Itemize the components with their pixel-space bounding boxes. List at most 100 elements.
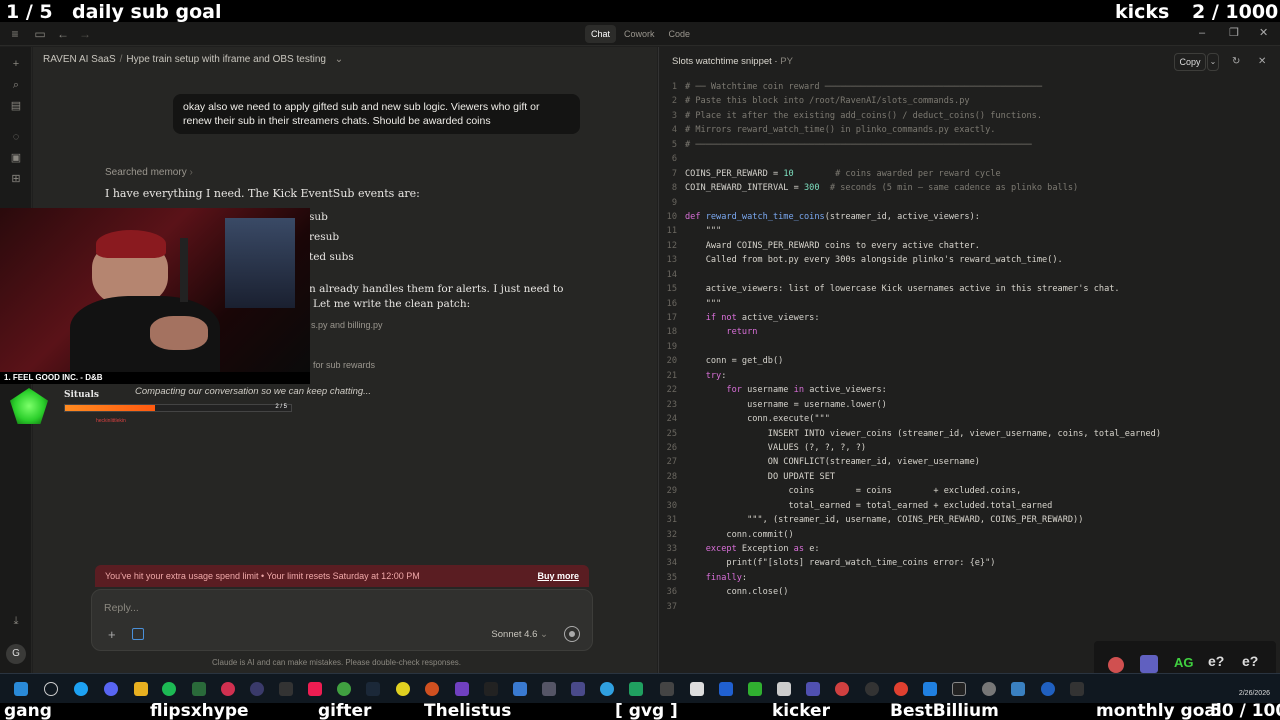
app-icon[interactable] — [806, 682, 820, 696]
close-window-icon[interactable]: ✕ — [1259, 26, 1268, 40]
chats-icon[interactable]: ◌ — [9, 130, 23, 144]
code-icon[interactable]: ⊞ — [9, 172, 23, 186]
code-text: # Paste this block into /root/RavenAI/sl… — [685, 96, 970, 107]
app-icon[interactable] — [1011, 682, 1025, 696]
search-icon[interactable] — [44, 682, 58, 696]
vscode-icon[interactable] — [923, 682, 937, 696]
now-playing: 1. FEEL GOOD INC. - D&B — [4, 373, 103, 382]
app-icon[interactable] — [337, 682, 351, 696]
line-number: 15 — [666, 284, 677, 295]
kicks-label: kicks — [1115, 1, 1170, 23]
sub-train-bar: 2 / 5 — [64, 404, 292, 412]
projects-icon[interactable]: ▤ — [9, 99, 23, 113]
code-line: 7 COINS_PER_REWARD = 10 # coins awarded p… — [659, 167, 1280, 181]
buy-more-link[interactable]: Buy more — [537, 565, 579, 587]
app-icon[interactable] — [1070, 682, 1084, 696]
minimize-icon[interactable]: – — [1199, 26, 1205, 40]
chrome-icon[interactable] — [894, 682, 908, 696]
app-icon[interactable] — [719, 682, 733, 696]
artifacts-icon[interactable]: ▣ — [9, 151, 23, 165]
code-line: 22 for username in active_viewers: — [659, 383, 1280, 397]
copy-dropdown-icon[interactable]: ⌄ — [1207, 53, 1219, 71]
app-icon[interactable] — [777, 682, 791, 696]
add-attachment-icon[interactable]: + — [108, 628, 116, 641]
chevron-down-icon[interactable]: ⌄ — [335, 54, 343, 65]
spotify-icon[interactable] — [162, 682, 176, 696]
code-text: """, (streamer_id, username, COINS_PER_R… — [685, 515, 1084, 526]
tiny-label: heckinlittlekin — [96, 418, 126, 424]
app-icon[interactable] — [396, 682, 410, 696]
new-chat-icon[interactable]: + — [9, 57, 23, 71]
voice-mode-icon[interactable] — [564, 626, 580, 642]
terminal-icon[interactable] — [952, 682, 966, 696]
code-text: INSERT INTO viewer_coins (streamer_id, v… — [685, 428, 1161, 439]
searched-memory[interactable]: Searched memory › — [105, 167, 193, 178]
composer[interactable]: Reply... + Sonnet 4.6 ⌄ — [91, 589, 593, 651]
screen: 1 / 5 daily sub goal kicks 2 / 1000 ≡ ▭ … — [0, 0, 1280, 720]
download-icon[interactable]: ⤓ — [9, 614, 23, 628]
code-text: def reward_watch_time_coins(streamer_id,… — [685, 211, 980, 222]
app-icon[interactable] — [1041, 682, 1055, 696]
app-icon[interactable] — [600, 682, 614, 696]
line-number: 5 — [671, 139, 677, 150]
app-icon[interactable] — [748, 682, 762, 696]
discord-icon[interactable] — [104, 682, 118, 696]
maps-icon[interactable] — [221, 682, 235, 696]
avatar[interactable]: G — [6, 644, 26, 664]
model-selector[interactable]: Sonnet 4.6 ⌄ — [491, 629, 548, 640]
app-icon[interactable] — [865, 682, 879, 696]
taskbar-date[interactable]: 2/26/2026 — [1239, 690, 1270, 697]
app-icon[interactable] — [513, 682, 527, 696]
tool-call-fragment[interactable]: s.py and billing.py — [311, 320, 383, 330]
windows-start-icon[interactable] — [14, 682, 28, 696]
code-text: conn = get_db() — [685, 356, 784, 367]
app-icon[interactable] — [425, 682, 439, 696]
tab-cowork[interactable]: Cowork — [618, 25, 661, 43]
close-panel-icon[interactable]: ✕ — [1258, 56, 1266, 67]
line-number: 22 — [666, 385, 677, 396]
folder-icon[interactable] — [134, 682, 148, 696]
app-titlebar: ≡ ▭ ← → Chat Cowork Code – ❐ ✕ — [0, 22, 1280, 46]
menu-icon[interactable]: ≡ — [8, 26, 22, 42]
app-icon[interactable] — [455, 682, 469, 696]
code-text: if not active_viewers: — [685, 313, 820, 323]
code-block[interactable]: 1 # ── Watchtime coin reward ────────────… — [659, 80, 1280, 614]
code-line: 18 return — [659, 325, 1280, 339]
app-icon[interactable] — [835, 682, 849, 696]
forward-icon[interactable]: → — [78, 26, 92, 42]
tiktok-icon[interactable] — [308, 682, 322, 696]
reply-input[interactable]: Reply... — [104, 602, 139, 614]
line-number: 27 — [666, 457, 677, 468]
compacting-status: Compacting our conversation so we can ke… — [135, 386, 372, 397]
tool-call-fragment[interactable]: for sub rewards — [313, 360, 375, 370]
code-text: username = username.lower() — [685, 399, 887, 410]
breadcrumb-project[interactable]: RAVEN AI SaaS — [43, 54, 116, 65]
tab-chat[interactable]: Chat — [585, 25, 617, 43]
app-icon[interactable] — [571, 682, 585, 696]
tab-code[interactable]: Code — [663, 25, 697, 43]
app-icon[interactable] — [279, 682, 293, 696]
breadcrumb-chat[interactable]: Hype train setup with iframe and OBS tes… — [126, 54, 326, 65]
edge-icon[interactable] — [74, 682, 88, 696]
steam-icon[interactable] — [366, 682, 380, 696]
app-icon[interactable] — [660, 682, 674, 696]
restore-icon[interactable]: ❐ — [1229, 26, 1239, 40]
refresh-icon[interactable]: ↻ — [1232, 56, 1240, 67]
app-icon[interactable] — [250, 682, 264, 696]
sidebar-toggle-icon[interactable]: ▭ — [33, 26, 47, 42]
code-text: finally: — [685, 572, 748, 583]
line-number: 17 — [666, 313, 677, 323]
gear-icon[interactable] — [982, 682, 996, 696]
document-icon[interactable] — [132, 628, 144, 640]
line-number: 3 — [671, 110, 677, 121]
search-icon[interactable]: ⌕ — [9, 78, 23, 92]
file-icon[interactable] — [690, 682, 704, 696]
app-icon[interactable] — [192, 682, 206, 696]
copy-button[interactable]: Copy — [1174, 53, 1206, 71]
app-icon[interactable] — [484, 682, 498, 696]
app-icon[interactable] — [542, 682, 556, 696]
back-icon[interactable]: ← — [56, 26, 70, 42]
code-line: 16 """ — [659, 297, 1280, 311]
app-icon[interactable] — [629, 682, 643, 696]
emote-icon — [1108, 657, 1124, 673]
